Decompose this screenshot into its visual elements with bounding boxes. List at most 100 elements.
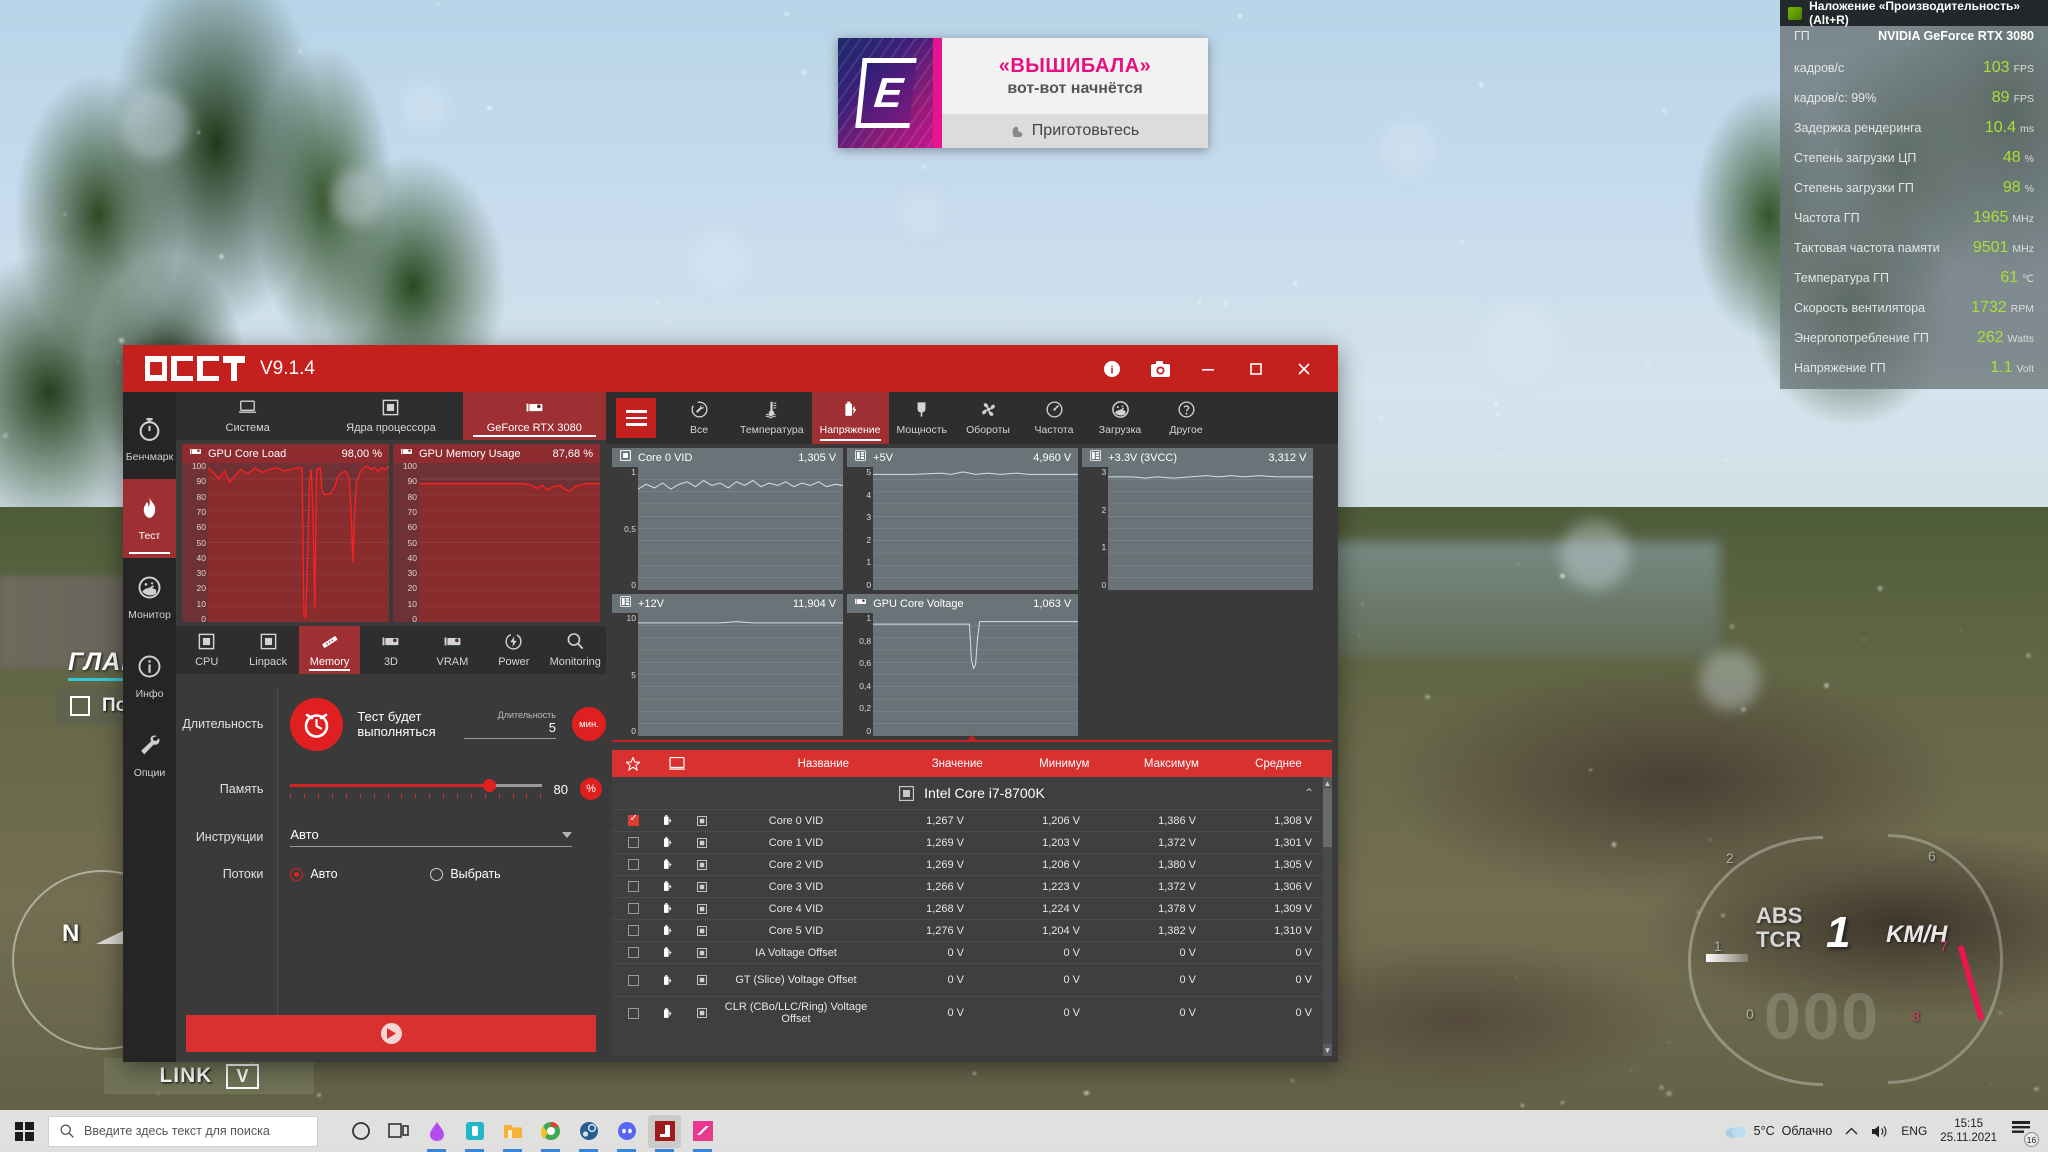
test-tab-1[interactable]: Linpack bbox=[237, 626, 298, 674]
link-button[interactable]: LINK V bbox=[104, 1058, 314, 1094]
sidebar-item-1[interactable]: Тест bbox=[123, 479, 176, 558]
row-checkbox-cell[interactable] bbox=[612, 1008, 654, 1019]
threads-auto-radio[interactable]: Авто bbox=[290, 867, 430, 881]
water-drop-app-icon[interactable] bbox=[420, 1115, 453, 1148]
clock-widget[interactable]: 15:15 25.11.2021 bbox=[1940, 1117, 1997, 1145]
row-checkbox[interactable] bbox=[628, 1008, 639, 1019]
test-tab-6[interactable]: Monitoring bbox=[545, 626, 606, 674]
start-button[interactable] bbox=[0, 1122, 48, 1141]
duration-input[interactable]: 5 bbox=[464, 720, 556, 739]
row-checkbox[interactable] bbox=[628, 903, 639, 914]
discord-icon[interactable] bbox=[610, 1115, 643, 1148]
pink-app-icon[interactable] bbox=[686, 1115, 719, 1148]
table-row[interactable]: Core 3 VID 1,266 V 1,223 V 1,372 V 1,306… bbox=[612, 875, 1332, 897]
test-tab-3[interactable]: 3D bbox=[360, 626, 421, 674]
hud-checkbox[interactable] bbox=[70, 696, 90, 716]
weather-widget[interactable]: 5°C Облачно bbox=[1725, 1124, 1833, 1139]
monitor-column-icon[interactable] bbox=[654, 757, 699, 770]
row-checkbox[interactable] bbox=[628, 815, 639, 826]
occt-taskbar-icon[interactable] bbox=[648, 1115, 681, 1148]
row-checkbox[interactable] bbox=[628, 837, 639, 848]
start-test-button[interactable] bbox=[186, 1015, 596, 1052]
row-checkbox-cell[interactable] bbox=[612, 925, 654, 936]
tray-expand-chevron-icon[interactable] bbox=[1845, 1127, 1858, 1136]
notification-center-button[interactable]: 16 bbox=[2010, 1118, 2036, 1144]
row-checkbox[interactable] bbox=[628, 925, 639, 936]
col-header-max[interactable]: Максимум bbox=[1118, 758, 1225, 770]
table-row[interactable]: Core 2 VID 1,269 V 1,206 V 1,380 V 1,305… bbox=[612, 853, 1332, 875]
close-icon[interactable] bbox=[1280, 345, 1328, 392]
test-tab-0[interactable]: CPU bbox=[176, 626, 237, 674]
sidebar-item-3[interactable]: Инфо bbox=[123, 637, 176, 716]
col-header-name[interactable]: Название bbox=[743, 758, 904, 770]
row-checkbox-cell[interactable] bbox=[612, 815, 654, 826]
device-tab-1[interactable]: Ядра процессора bbox=[319, 392, 462, 440]
occt-titlebar[interactable]: V9.1.4 i bbox=[123, 345, 1338, 392]
row-checkbox-cell[interactable] bbox=[612, 881, 654, 892]
camera-icon[interactable] bbox=[1136, 345, 1184, 392]
test-tab-5[interactable]: Power bbox=[483, 626, 544, 674]
row-checkbox[interactable] bbox=[628, 975, 639, 986]
monitor-tab-4[interactable]: Обороты bbox=[955, 392, 1021, 444]
instructions-dropdown[interactable]: Авто bbox=[290, 827, 572, 847]
monitor-tab-7[interactable]: Другое bbox=[1153, 392, 1219, 444]
table-row[interactable]: IA Voltage Offset 0 V 0 V 0 V 0 V bbox=[612, 941, 1332, 963]
monitor-tab-3[interactable]: Мощность bbox=[889, 392, 956, 444]
scroll-up-arrow-icon[interactable]: ▲ bbox=[1323, 777, 1332, 789]
row-checkbox-cell[interactable] bbox=[612, 859, 654, 870]
row-checkbox-cell[interactable] bbox=[612, 903, 654, 914]
monitor-tab-2[interactable]: Напряжение bbox=[812, 392, 889, 444]
sidebar-item-2[interactable]: Монитор bbox=[123, 558, 176, 637]
col-header-min[interactable]: Минимум bbox=[1011, 758, 1118, 770]
teal-app-icon[interactable] bbox=[458, 1115, 491, 1148]
sidebar-item-0[interactable]: Бенчмарк bbox=[123, 400, 176, 479]
row-name: CLR (CBo/LLC/Ring) Voltage Offset bbox=[724, 1001, 868, 1025]
monitor-tab-6[interactable]: Загрузка bbox=[1087, 392, 1153, 444]
row-checkbox[interactable] bbox=[628, 859, 639, 870]
row-checkbox-cell[interactable] bbox=[612, 947, 654, 958]
scrollbar-thumb[interactable] bbox=[1323, 789, 1332, 847]
chrome-icon[interactable] bbox=[534, 1115, 567, 1148]
info-icon[interactable]: i bbox=[1088, 345, 1136, 392]
task-view-icon[interactable] bbox=[382, 1115, 415, 1148]
panel-splitter[interactable] bbox=[612, 740, 1332, 748]
row-checkbox-cell[interactable] bbox=[612, 837, 654, 848]
col-header-avg[interactable]: Среднее bbox=[1225, 758, 1332, 770]
taskbar-search-input[interactable]: Введите здесь текст для поиска bbox=[48, 1116, 318, 1147]
test-tab-2[interactable]: Memory bbox=[299, 626, 360, 674]
test-tab-4[interactable]: VRAM bbox=[422, 626, 483, 674]
monitor-tab-5[interactable]: Частота bbox=[1021, 392, 1087, 444]
table-scrollbar[interactable]: ▲ ▼ bbox=[1323, 777, 1332, 1056]
row-checkbox-cell[interactable] bbox=[612, 975, 654, 986]
device-tab-2[interactable]: GeForce RTX 3080 bbox=[463, 392, 606, 440]
table-row[interactable]: Core 1 VID 1,269 V 1,203 V 1,372 V 1,301… bbox=[612, 831, 1332, 853]
sidebar-item-4[interactable]: Опции bbox=[123, 716, 176, 795]
file-explorer-icon[interactable] bbox=[496, 1115, 529, 1148]
menu-burger-button[interactable] bbox=[616, 398, 656, 438]
steam-icon[interactable] bbox=[572, 1115, 605, 1148]
star-icon[interactable] bbox=[612, 757, 654, 771]
maximize-icon[interactable] bbox=[1232, 345, 1280, 392]
scroll-down-arrow-icon[interactable]: ▼ bbox=[1323, 1044, 1332, 1056]
language-indicator[interactable]: ENG bbox=[1901, 1124, 1927, 1138]
cortana-icon[interactable] bbox=[344, 1115, 377, 1148]
chevron-up-icon[interactable]: ⌃ bbox=[1304, 786, 1314, 800]
monitor-tab-0[interactable]: Все bbox=[666, 392, 732, 444]
threads-select-radio[interactable]: Выбрать bbox=[430, 867, 500, 881]
table-row[interactable]: Core 0 VID 1,267 V 1,206 V 1,386 V 1,308… bbox=[612, 809, 1332, 831]
nvidia-row-value-wrap: 1732 RPM bbox=[1971, 299, 2034, 317]
table-row[interactable]: CLR (CBo/LLC/Ring) Voltage Offset 0 V 0 … bbox=[612, 996, 1332, 1029]
table-row[interactable]: Core 5 VID 1,276 V 1,204 V 1,382 V 1,310… bbox=[612, 919, 1332, 941]
table-row[interactable]: Core 4 VID 1,268 V 1,224 V 1,378 V 1,309… bbox=[612, 897, 1332, 919]
row-checkbox[interactable] bbox=[628, 881, 639, 892]
row-checkbox[interactable] bbox=[628, 947, 639, 958]
slider-knob[interactable] bbox=[483, 779, 496, 792]
volume-icon[interactable] bbox=[1871, 1124, 1888, 1139]
table-row[interactable]: GT (Slice) Voltage Offset 0 V 0 V 0 V 0 … bbox=[612, 963, 1332, 996]
table-group-row[interactable]: Intel Core i7-8700K ⌃ bbox=[612, 777, 1332, 809]
minimize-icon[interactable] bbox=[1184, 345, 1232, 392]
device-tab-0[interactable]: Система bbox=[176, 392, 319, 440]
col-header-value[interactable]: Значение bbox=[904, 758, 1011, 770]
memory-slider[interactable] bbox=[290, 775, 541, 803]
monitor-tab-1[interactable]: Температура bbox=[732, 392, 812, 444]
